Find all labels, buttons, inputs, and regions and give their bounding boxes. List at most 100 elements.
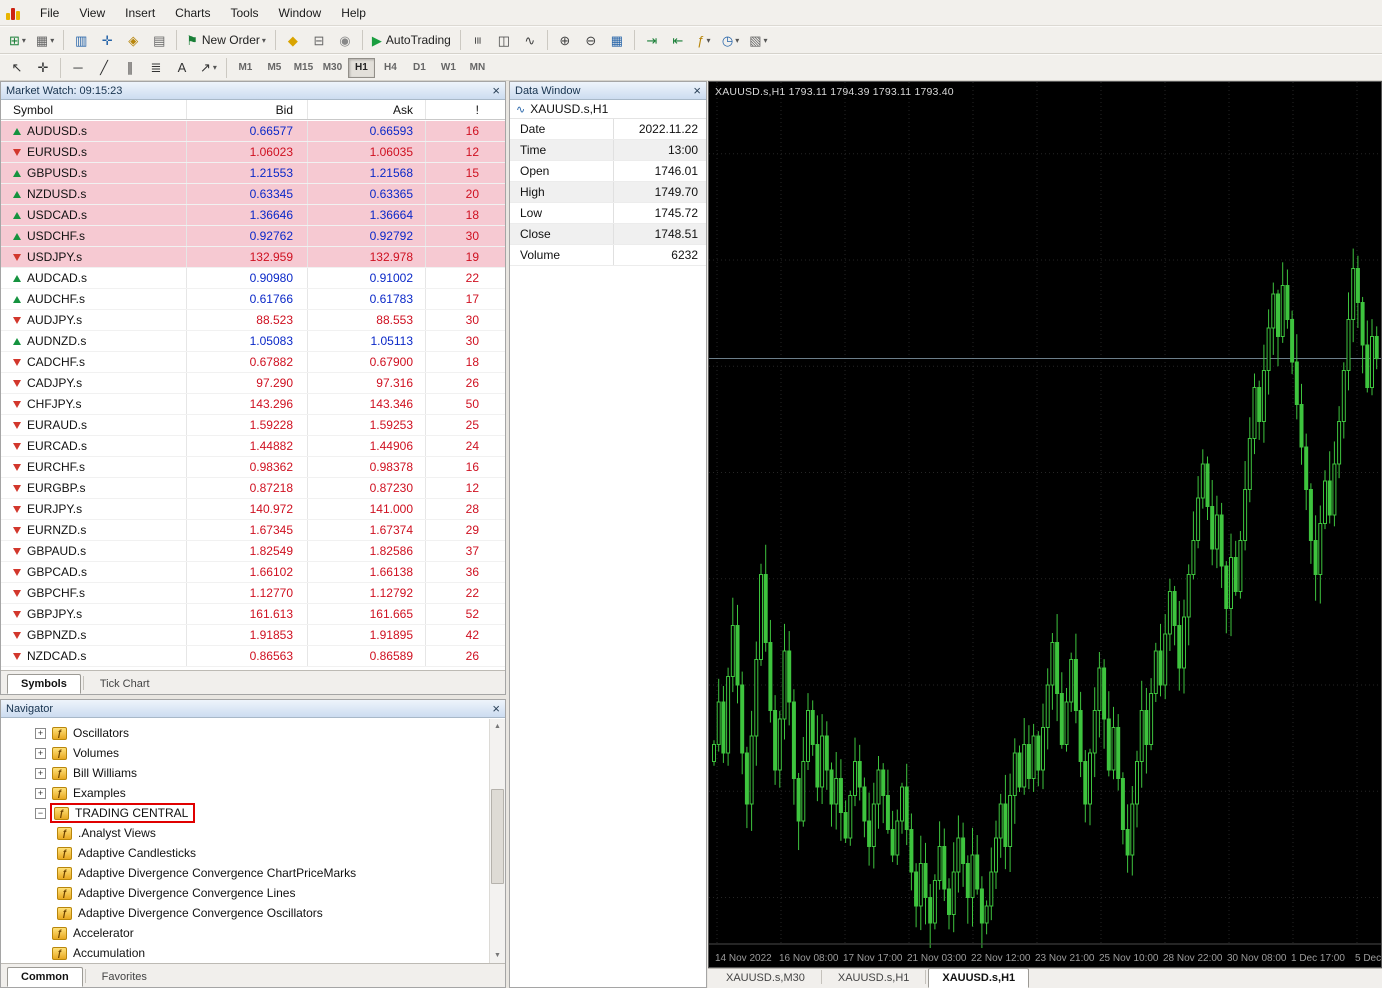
timeframe-w1[interactable]: W1: [435, 58, 462, 78]
timeframe-m1[interactable]: M1: [232, 58, 259, 78]
line-chart-button[interactable]: ∿: [518, 29, 542, 51]
crosshair-tool[interactable]: ✛: [31, 57, 55, 79]
market-watch-toggle[interactable]: ▥: [69, 29, 93, 51]
market-watch-row[interactable]: AUDCHF.s0.617660.6178317: [1, 289, 505, 310]
chart-shift-button[interactable]: ⇤: [666, 29, 690, 51]
menu-window[interactable]: Window: [269, 2, 332, 24]
chart-tab-xauusd-s-h1[interactable]: XAUUSD.s,H1: [928, 968, 1029, 988]
market-watch-row[interactable]: EURGBP.s0.872180.8723012: [1, 478, 505, 499]
timeframe-d1[interactable]: D1: [406, 58, 433, 78]
market-watch-row[interactable]: EURAUD.s1.592281.5925325: [1, 415, 505, 436]
menu-insert[interactable]: Insert: [115, 2, 165, 24]
scrollbar-thumb[interactable]: [491, 789, 504, 884]
tree-item[interactable]: ƒ.Analyst Views: [1, 823, 489, 843]
market-watch-row[interactable]: EURCHF.s0.983620.9837816: [1, 457, 505, 478]
column-header-symbol[interactable]: Symbol: [1, 100, 187, 119]
zoom-in-button[interactable]: ⊕: [553, 29, 577, 51]
templates-button[interactable]: ▧▾: [745, 29, 771, 51]
expand-plus-icon[interactable]: +: [35, 748, 46, 759]
arrows-tool[interactable]: ↗▾: [196, 57, 221, 79]
tree-item[interactable]: ƒAdaptive Divergence Convergence Oscilla…: [1, 903, 489, 923]
auto-scroll-button[interactable]: ⇥: [640, 29, 664, 51]
tree-item[interactable]: +ƒVolumes: [1, 743, 489, 763]
market-watch-row[interactable]: USDJPY.s132.959132.97819: [1, 247, 505, 268]
metaeditor-button[interactable]: ◆: [281, 29, 305, 51]
timeframe-m15[interactable]: M15: [290, 58, 317, 78]
market-watch-row[interactable]: GBPNZD.s1.918531.9189542: [1, 625, 505, 646]
navigator-toggle[interactable]: ◈: [121, 29, 145, 51]
market-watch-row[interactable]: GBPUSD.s1.215531.2156815: [1, 163, 505, 184]
menu-help[interactable]: Help: [331, 2, 376, 24]
tab-tick-chart[interactable]: Tick Chart: [86, 674, 164, 694]
market-watch-row[interactable]: EURCAD.s1.448821.4490624: [1, 436, 505, 457]
market-watch-row[interactable]: GBPJPY.s161.613161.66552: [1, 604, 505, 625]
chart-window[interactable]: XAUUSD.s,H1 1793.11 1794.39 1793.11 1793…: [708, 81, 1382, 968]
new-order-button[interactable]: ⚑New Order▾: [182, 29, 270, 51]
market-watch-row[interactable]: GBPAUD.s1.825491.8258637: [1, 541, 505, 562]
autotrading-button[interactable]: ▶AutoTrading: [368, 29, 455, 51]
column-header-ask[interactable]: Ask: [308, 100, 426, 119]
text-tool[interactable]: A: [170, 57, 194, 79]
tree-item[interactable]: +ƒOscillators: [1, 723, 489, 743]
menu-tools[interactable]: Tools: [221, 2, 269, 24]
tree-item[interactable]: +ƒBill Williams: [1, 763, 489, 783]
cursor-tool[interactable]: ↖: [5, 57, 29, 79]
market-watch-row[interactable]: USDCHF.s0.927620.9279230: [1, 226, 505, 247]
market-watch-row[interactable]: AUDCAD.s0.909800.9100222: [1, 268, 505, 289]
market-watch-row[interactable]: NZDUSD.s0.633450.6336520: [1, 184, 505, 205]
expand-plus-icon[interactable]: +: [35, 788, 46, 799]
market-watch-row[interactable]: CHFJPY.s143.296143.34650: [1, 394, 505, 415]
market-watch-row[interactable]: NZDCAD.s0.865630.8658926: [1, 646, 505, 667]
new-chart-button[interactable]: ⊞▾: [5, 29, 30, 51]
scroll-down-icon[interactable]: ▼: [490, 948, 505, 963]
chart-tab-xauusd-s-m30[interactable]: XAUUSD.s,M30: [712, 968, 819, 988]
data-window-toggle[interactable]: ✛: [95, 29, 119, 51]
profiles-button[interactable]: ▦▾: [32, 29, 58, 51]
tree-item[interactable]: ƒAccelerator: [1, 923, 489, 943]
tree-item[interactable]: ƒAccumulation: [1, 943, 489, 963]
market-watch-row[interactable]: AUDUSD.s0.665770.6659316: [1, 121, 505, 142]
market-watch-row[interactable]: CADCHF.s0.678820.6790018: [1, 352, 505, 373]
market-watch-row[interactable]: AUDNZD.s1.050831.0511330: [1, 331, 505, 352]
bars-button[interactable]: ≡: [466, 29, 490, 51]
chart-plot[interactable]: [709, 82, 1382, 948]
tree-item[interactable]: ƒAdaptive Divergence Convergence ChartPr…: [1, 863, 489, 883]
market-watch-row[interactable]: EURNZD.s1.673451.6737429: [1, 520, 505, 541]
expand-plus-icon[interactable]: +: [35, 728, 46, 739]
market-watch-row[interactable]: USDCAD.s1.366461.3666418: [1, 205, 505, 226]
column-header-bid[interactable]: Bid: [187, 100, 308, 119]
close-icon[interactable]: ×: [693, 84, 701, 97]
market-watch-row[interactable]: CADJPY.s97.29097.31626: [1, 373, 505, 394]
scroll-up-icon[interactable]: ▲: [490, 719, 505, 734]
market-watch-row[interactable]: GBPCAD.s1.661021.6613836: [1, 562, 505, 583]
tab-favorites[interactable]: Favorites: [88, 967, 161, 987]
timeframe-m30[interactable]: M30: [319, 58, 346, 78]
close-icon[interactable]: ×: [492, 702, 500, 715]
tree-item[interactable]: ƒAdaptive Candlesticks: [1, 843, 489, 863]
menu-charts[interactable]: Charts: [165, 2, 220, 24]
tree-item[interactable]: −ƒTRADING CENTRAL: [1, 803, 489, 823]
terminal-toggle[interactable]: ▤: [147, 29, 171, 51]
tree-item[interactable]: +ƒExamples: [1, 783, 489, 803]
timeframe-mn[interactable]: MN: [464, 58, 491, 78]
menu-file[interactable]: File: [30, 2, 69, 24]
hline-tool[interactable]: ─: [66, 57, 90, 79]
expand-plus-icon[interactable]: +: [35, 768, 46, 779]
market-watch-row[interactable]: EURUSD.s1.060231.0603512: [1, 142, 505, 163]
timeframe-h4[interactable]: H4: [377, 58, 404, 78]
market-watch-row[interactable]: GBPCHF.s1.127701.1279222: [1, 583, 505, 604]
navigator-scrollbar[interactable]: ▲ ▼: [489, 719, 505, 963]
column-header-spread[interactable]: !: [426, 100, 505, 119]
timeframe-h1[interactable]: H1: [348, 58, 375, 78]
indicators-button[interactable]: ƒ▾: [692, 29, 716, 51]
tree-item[interactable]: ƒAdaptive Divergence Convergence Lines: [1, 883, 489, 903]
community-button[interactable]: ◉: [333, 29, 357, 51]
channel-tool[interactable]: ∥: [118, 57, 142, 79]
market-watch-row[interactable]: EURJPY.s140.972141.00028: [1, 499, 505, 520]
market-watch-row[interactable]: AUDJPY.s88.52388.55330: [1, 310, 505, 331]
candles-button[interactable]: ◫: [492, 29, 516, 51]
chart-tab-xauusd-s-h1[interactable]: XAUUSD.s,H1: [824, 968, 924, 988]
timeframe-m5[interactable]: M5: [261, 58, 288, 78]
close-icon[interactable]: ×: [492, 84, 500, 97]
fibonacci-tool[interactable]: ≣: [144, 57, 168, 79]
